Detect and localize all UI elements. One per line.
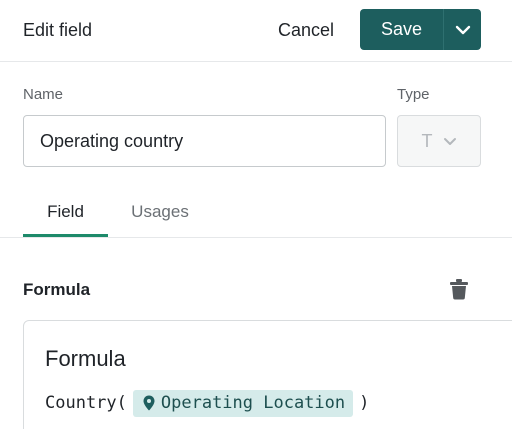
tab-usages[interactable]: Usages bbox=[124, 190, 196, 237]
formula-editor[interactable]: Formula Country( Operating Location ) bbox=[23, 320, 512, 429]
tab-field[interactable]: Field bbox=[23, 190, 108, 237]
formula-expression[interactable]: Country( Operating Location ) bbox=[45, 389, 369, 417]
save-button[interactable]: Save bbox=[360, 9, 443, 50]
field-reference-label: Operating Location bbox=[160, 393, 346, 413]
function-name: Country( bbox=[45, 393, 127, 413]
save-options-button[interactable] bbox=[444, 9, 481, 50]
cancel-button[interactable]: Cancel bbox=[270, 10, 342, 50]
field-reference-chip[interactable]: Operating Location bbox=[132, 389, 354, 417]
formula-heading: Formula bbox=[45, 346, 126, 371]
save-button-group: Save bbox=[360, 9, 481, 50]
chevron-down-icon bbox=[443, 137, 456, 145]
function-close: ) bbox=[359, 393, 370, 413]
type-label: Type bbox=[397, 86, 430, 103]
formula-section-title: Formula bbox=[23, 280, 91, 299]
chevron-down-icon bbox=[455, 25, 470, 34]
text-type-icon: T bbox=[421, 130, 433, 151]
name-input[interactable] bbox=[23, 115, 386, 167]
trash-icon bbox=[450, 279, 468, 300]
edit-field-header: Edit field Cancel Save bbox=[0, 0, 512, 62]
name-label: Name bbox=[23, 86, 64, 103]
delete-formula-button[interactable] bbox=[446, 276, 472, 302]
type-select[interactable]: T bbox=[397, 115, 481, 167]
location-pin-icon bbox=[143, 395, 155, 411]
tab-bar: Field Usages bbox=[0, 190, 512, 238]
page-title: Edit field bbox=[23, 20, 93, 40]
